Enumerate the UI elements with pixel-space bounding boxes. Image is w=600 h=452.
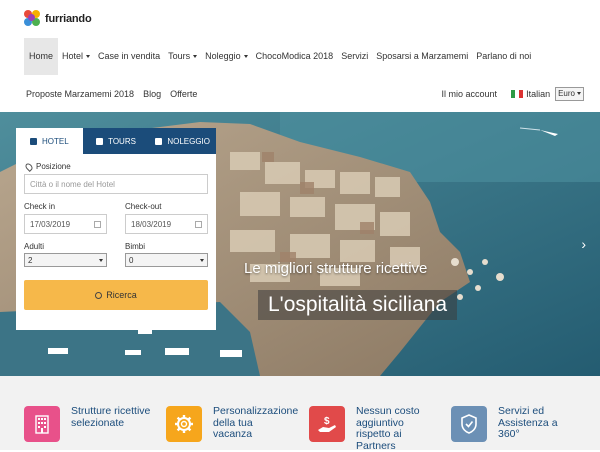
checkin-value: 17/03/2019 [30, 219, 71, 229]
children-select[interactable]: 0 [125, 253, 208, 267]
caret-down-icon [99, 258, 103, 262]
position-label: Posizione [24, 161, 208, 172]
search-button-label: Ricerca [106, 290, 137, 300]
car-icon [155, 137, 163, 145]
checkin-input[interactable]: 17/03/2019 [24, 214, 107, 234]
secondary-nav: Proposte Marzamemi 2018 Blog Offerte Il … [0, 75, 600, 112]
feature-item: Servizi ed Assistenza a 360° [451, 405, 578, 442]
nav-label: Sposarsi a Marzamemi [376, 51, 469, 61]
feature-item: Personalizzazione della tua vacanza [166, 405, 299, 442]
tab-hotel[interactable]: HOTEL [16, 128, 83, 154]
features-strip: Strutture ricettive selezionate Personal… [0, 376, 600, 452]
nav-label: Hotel [62, 51, 84, 61]
map-pin-icon [24, 161, 34, 172]
feature-text: Nessun costo aggiuntivo rispetto ai Part… [356, 405, 420, 452]
nav-label: ChocoModica 2018 [255, 51, 334, 61]
caret-down-icon [577, 92, 581, 95]
gear-icon [166, 406, 202, 442]
hero-subtitle: Le migliori strutture ricettive [244, 260, 428, 277]
feature-item: Strutture ricettive selezionate [24, 405, 151, 442]
tab-label: HOTEL [42, 136, 69, 146]
caret-down-icon [243, 55, 248, 59]
nav-item-servizi[interactable]: Servizi [337, 38, 372, 75]
nav-label: Parlano di noi [476, 51, 532, 61]
hero-title: L'ospitalità siciliana [258, 290, 458, 320]
nav-label: Home [29, 51, 54, 61]
checkout-label: Check-out [125, 202, 162, 211]
account-link[interactable]: Il mio account [442, 89, 498, 99]
language-label: Italian [526, 88, 551, 99]
nav-item-chocomodica[interactable]: ChocoModica 2018 [252, 38, 338, 75]
nav-item-sposarsi[interactable]: Sposarsi a Marzamemi [372, 38, 472, 75]
nav-item-case-in-vendita[interactable]: Case in vendita [94, 38, 164, 75]
nav-item-tours[interactable]: Tours [164, 38, 201, 75]
checkout-value: 18/03/2019 [131, 219, 172, 229]
nav-item-parlano-di-noi[interactable]: Parlano di noi [472, 38, 535, 75]
header: furriando [0, 0, 600, 38]
currency-value: Euro [558, 89, 575, 98]
nav-item-blog[interactable]: Blog [143, 89, 161, 99]
nav-item-offerte[interactable]: Offerte [170, 89, 197, 99]
search-panel: HOTEL TOURS NOLEGGIO Posizione Città o i… [16, 128, 217, 330]
adults-value: 2 [28, 255, 33, 265]
adults-select[interactable]: 2 [24, 253, 107, 267]
nav-item-proposte[interactable]: Proposte Marzamemi 2018 [26, 89, 134, 99]
nav-item-noleggio[interactable]: Noleggio [201, 38, 252, 75]
nav-label: Case in vendita [98, 51, 161, 61]
tab-noleggio[interactable]: NOLEGGIO [149, 128, 217, 154]
feature-text: Strutture ricettive selezionate [71, 405, 151, 429]
feature-text: Servizi ed Assistenza a 360° [498, 405, 558, 440]
caret-down-icon [86, 55, 91, 59]
tab-tours[interactable]: TOURS [82, 128, 150, 154]
nav-label: Tours [168, 51, 191, 61]
search-tabs: HOTEL TOURS NOLEGGIO [16, 128, 217, 154]
children-label: Bimbi [125, 242, 146, 251]
logo-text: furriando [45, 13, 92, 25]
adults-label: Adulti [24, 242, 45, 251]
calendar-icon [195, 220, 202, 228]
shield-icon [451, 406, 487, 442]
building-icon [24, 406, 60, 442]
nav-item-home[interactable]: Home [24, 38, 59, 75]
children-value: 0 [129, 255, 134, 265]
tab-label: NOLEGGIO [167, 136, 211, 146]
nav-label: Noleggio [205, 51, 241, 61]
nav-item-hotel[interactable]: Hotel [58, 38, 94, 75]
position-placeholder: Città o il nome del Hotel [30, 179, 115, 189]
position-input[interactable]: Città o il nome del Hotel [24, 174, 208, 194]
bus-icon [96, 137, 104, 145]
feature-item: $ Nessun costo aggiuntivo rispetto ai Pa… [309, 405, 436, 452]
main-nav: Home Hotel Case in vendita Tours Noleggi… [24, 38, 535, 75]
calendar-icon [94, 220, 101, 228]
italy-flag-icon [511, 89, 524, 98]
logo[interactable]: furriando [24, 10, 92, 28]
chevron-right-icon[interactable]: › [581, 236, 586, 252]
language-selector[interactable]: Italian [511, 89, 550, 99]
search-icon [95, 291, 103, 299]
hotel-icon [30, 137, 37, 145]
tab-label: TOURS [108, 136, 136, 146]
logo-icon [24, 10, 42, 28]
nav-label: Servizi [341, 51, 369, 61]
caret-down-icon [200, 258, 204, 262]
checkout-input[interactable]: 18/03/2019 [125, 214, 208, 234]
position-label-text: Posizione [36, 162, 71, 171]
currency-select[interactable]: Euro [555, 86, 584, 101]
feature-text: Personalizzazione della tua vacanza [213, 405, 299, 440]
svg-text:$: $ [324, 416, 330, 427]
search-button[interactable]: Ricerca [24, 280, 208, 310]
money-hand-icon: $ [309, 406, 345, 442]
checkin-label: Check in [24, 202, 56, 211]
caret-down-icon [193, 55, 198, 59]
